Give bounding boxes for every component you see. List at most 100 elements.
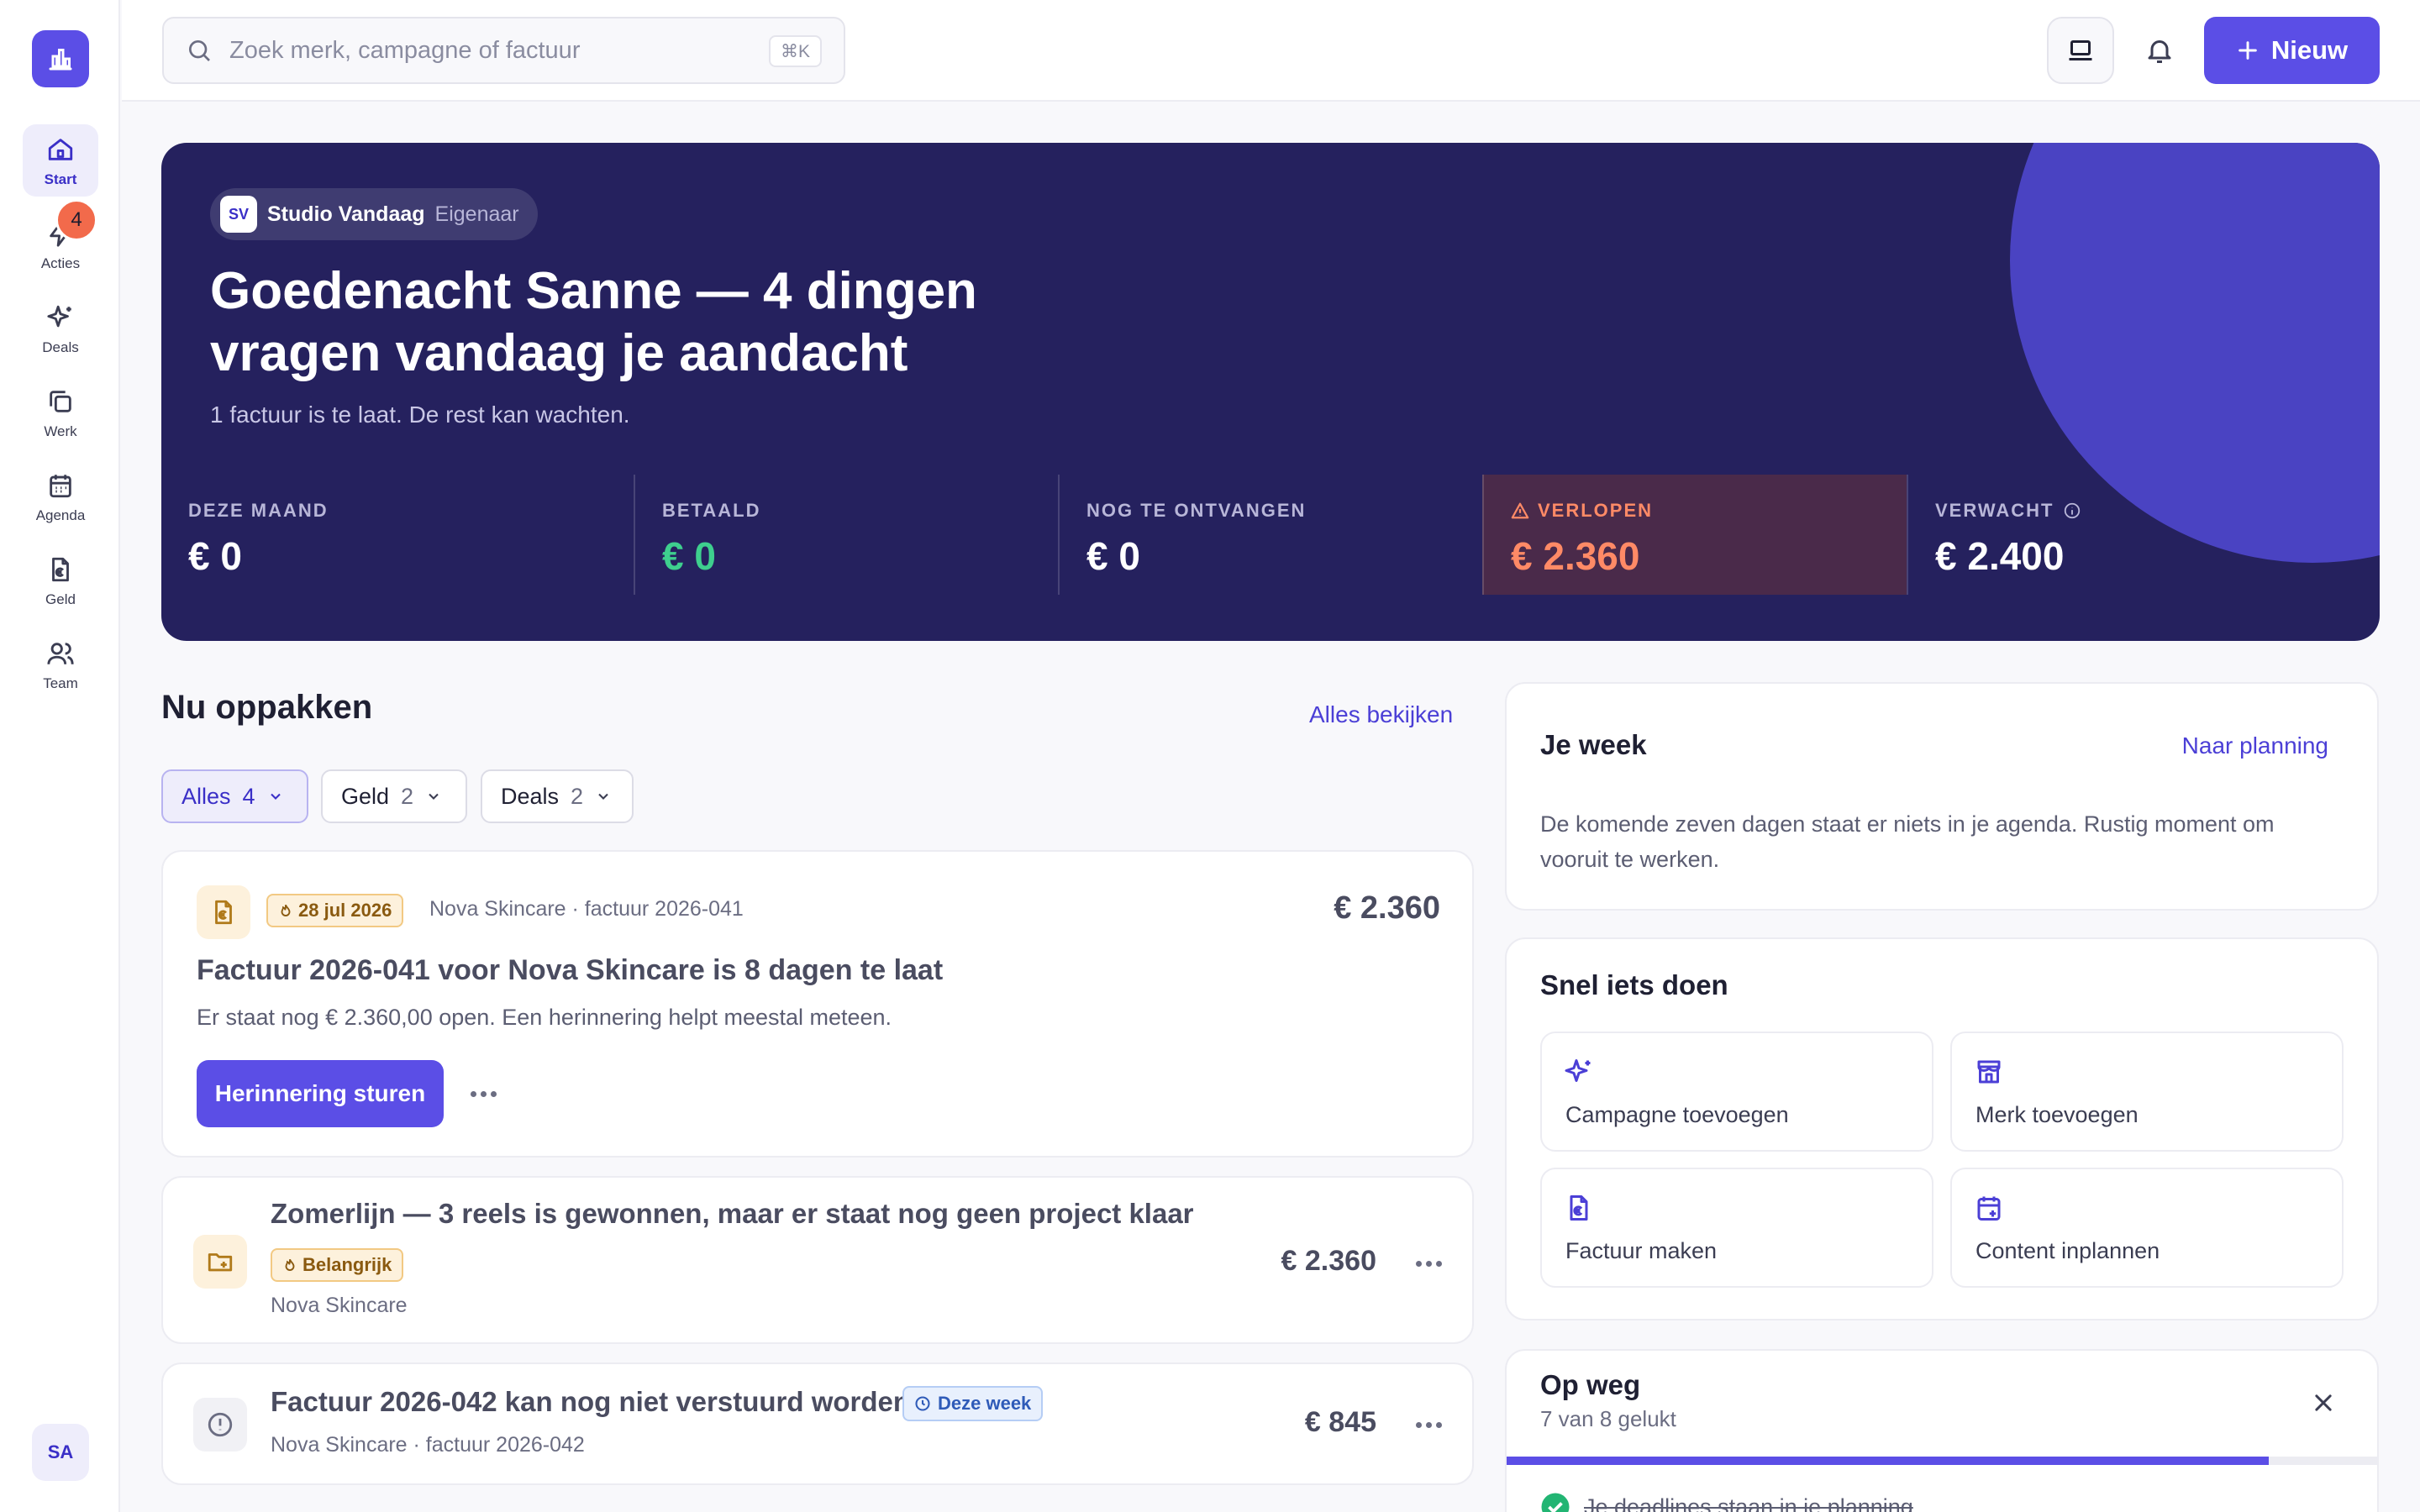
sidebar-item-deals[interactable]: Deals [23, 292, 98, 365]
card-meta: Nova Skincare · factuur 2026-042 [271, 1433, 585, 1457]
add-brand-button[interactable]: Merk toevoegen [1950, 1032, 2344, 1152]
stat-label: VERLOPEN [1538, 500, 1654, 521]
sidebar-item-label: Geld [45, 591, 76, 607]
stat-value: € 0 [188, 534, 242, 578]
shortcut-hint: ⌘K [768, 35, 822, 67]
week-panel: Je week Naar planning De komende zeven d… [1505, 682, 2379, 911]
filter-count: 2 [571, 783, 584, 809]
alert-circle-icon [193, 1398, 247, 1452]
onboarding-progress-fill [1507, 1457, 2270, 1465]
users-icon [44, 637, 77, 670]
hero-banner: SV Studio Vandaag Eigenaar Goedenacht Sa… [161, 143, 2380, 641]
calendar-plus-icon [1977, 1196, 2001, 1221]
sparkle-icon [44, 301, 77, 334]
invoice-icon [197, 885, 250, 939]
info-icon[interactable] [2063, 501, 2081, 520]
search-input[interactable]: Zoek merk, campagne of factuur ⌘K [162, 17, 845, 84]
stat-value: € 2.360 [1511, 534, 1640, 578]
app-logo[interactable] [32, 30, 89, 87]
sidebar-item-geld[interactable]: Geld [23, 544, 98, 617]
plus-icon [2238, 41, 2257, 60]
hero-subtitle: 1 factuur is te laat. De rest kan wachte… [210, 402, 630, 428]
home-icon [44, 133, 77, 166]
more-options-button[interactable] [466, 1077, 500, 1110]
stat-verlopen[interactable]: VERLOPEN € 2.360 [1482, 475, 1907, 595]
stat-deze-maand[interactable]: DEZE MAAND € 0 [161, 475, 586, 595]
sidebar-item-team[interactable]: Team [23, 628, 98, 701]
close-button[interactable] [2312, 1391, 2335, 1419]
filter-count: 2 [401, 783, 414, 809]
card-amount: € 2.360 [1281, 1245, 1376, 1277]
search-placeholder: Zoek merk, campagne of factuur [229, 36, 581, 64]
bell-icon [2148, 40, 2171, 63]
stat-betaald[interactable]: BETAALD € 0 [634, 475, 1058, 595]
send-reminder-button[interactable]: Herinnering sturen [197, 1060, 444, 1127]
stat-value: € 0 [662, 534, 716, 578]
card-title: Factuur 2026-041 voor Nova Skincare is 8… [197, 954, 944, 986]
todo-card-invoice-blocked[interactable]: Factuur 2026-042 kan nog niet verstuurd … [161, 1362, 1474, 1485]
device-view-button[interactable] [2047, 17, 2114, 84]
schedule-content-button[interactable]: Content inplannen [1950, 1168, 2344, 1288]
calendar-icon [44, 469, 77, 502]
quick-action-label: Merk toevoegen [1975, 1102, 2139, 1127]
planning-link[interactable]: Naar planning [2182, 732, 2328, 759]
filter-label: Alles [182, 783, 231, 809]
chevron-down-icon [429, 793, 439, 800]
new-button[interactable]: Nieuw [2204, 17, 2380, 84]
quick-actions-panel: Snel iets doen Campagne toevoegen Merk t… [1505, 937, 2379, 1320]
stat-verwacht[interactable]: VERWACHT € 2.400 [1907, 475, 2331, 595]
add-campaign-button[interactable]: Campagne toevoegen [1540, 1032, 1933, 1152]
hero-title: Goedenacht Sanne — 4 dingen vragen vanda… [210, 262, 977, 382]
stat-value: € 0 [1086, 534, 1140, 578]
filter-label: Deals [501, 783, 560, 809]
due-date-badge: 28 jul 2026 [266, 894, 404, 927]
store-icon [1977, 1060, 2001, 1084]
create-invoice-button[interactable]: Factuur maken [1540, 1168, 1933, 1288]
user-avatar[interactable]: SA [32, 1424, 89, 1481]
more-options-button[interactable] [1412, 1408, 1445, 1441]
quick-actions-title: Snel iets doen [1540, 969, 1728, 1000]
notifications-button[interactable] [2126, 17, 2193, 84]
laptop-icon [2069, 40, 2092, 60]
filter-label: Geld [341, 783, 390, 809]
filter-alles[interactable]: Alles 4 [161, 769, 308, 823]
onboarding-title: Op weg [1540, 1369, 1641, 1400]
filter-geld[interactable]: Geld 2 [321, 769, 467, 823]
sidebar-item-label: Acties [40, 255, 81, 271]
organization-switcher[interactable]: SV Studio Vandaag Eigenaar [210, 188, 538, 240]
stat-label: DEZE MAAND [188, 500, 329, 521]
card-meta: Nova Skincare [271, 1294, 408, 1317]
card-meta: Nova Skincare · factuur 2026-041 [429, 897, 744, 921]
flame-icon [281, 904, 291, 916]
stats-row: DEZE MAAND € 0 BETAALD € 0 NOG TE ONTVAN… [161, 475, 2380, 595]
sidebar: Start Acties 4 Deals Werk Agenda Geld Te… [0, 0, 120, 1512]
priority-badge: Belangrijk [271, 1248, 404, 1282]
todo-section-title: Nu oppakken [161, 689, 373, 726]
stat-label: VERWACHT [1935, 500, 2054, 521]
stat-value: € 2.400 [1935, 534, 2065, 578]
card-amount: € 2.360 [1334, 890, 1440, 926]
sidebar-item-label: Start [44, 171, 77, 187]
chevron-down-icon [270, 793, 281, 800]
todo-card-deal-won[interactable]: Zomerlijn — 3 reels is gewonnen, maar er… [161, 1176, 1474, 1344]
flame-icon [285, 1258, 295, 1271]
todo-card-overdue-invoice[interactable]: 28 jul 2026 Nova Skincare · factuur 2026… [161, 850, 1474, 1158]
due-badge: Deze week [902, 1386, 1044, 1421]
chevron-down-icon [598, 793, 608, 800]
sidebar-item-werk[interactable]: Werk [23, 376, 98, 449]
sparkle-icon [1565, 1059, 1591, 1082]
view-all-link[interactable]: Alles bekijken [1309, 701, 1453, 728]
sidebar-item-start[interactable]: Start [23, 124, 98, 197]
org-logo: SV [220, 196, 257, 233]
topbar: Zoek merk, campagne of factuur ⌘K Nieuw [122, 0, 2420, 102]
filter-deals[interactable]: Deals 2 [481, 769, 634, 823]
more-options-button[interactable] [1412, 1247, 1445, 1280]
search-icon [189, 40, 210, 61]
quick-action-label: Content inplannen [1975, 1238, 2160, 1263]
stat-nog-te-ontvangen[interactable]: NOG TE ONTVANGEN € 0 [1058, 475, 1482, 595]
onboarding-step[interactable]: Je deadlines staan in je planning [1540, 1492, 1913, 1512]
invoice-icon [1570, 1195, 1588, 1221]
onboarding-panel: Op weg 7 van 8 gelukt Je deadlines staan… [1505, 1349, 2379, 1512]
sidebar-item-agenda[interactable]: Agenda [23, 460, 98, 533]
card-title: Factuur 2026-042 kan nog niet verstuurd … [271, 1386, 911, 1417]
